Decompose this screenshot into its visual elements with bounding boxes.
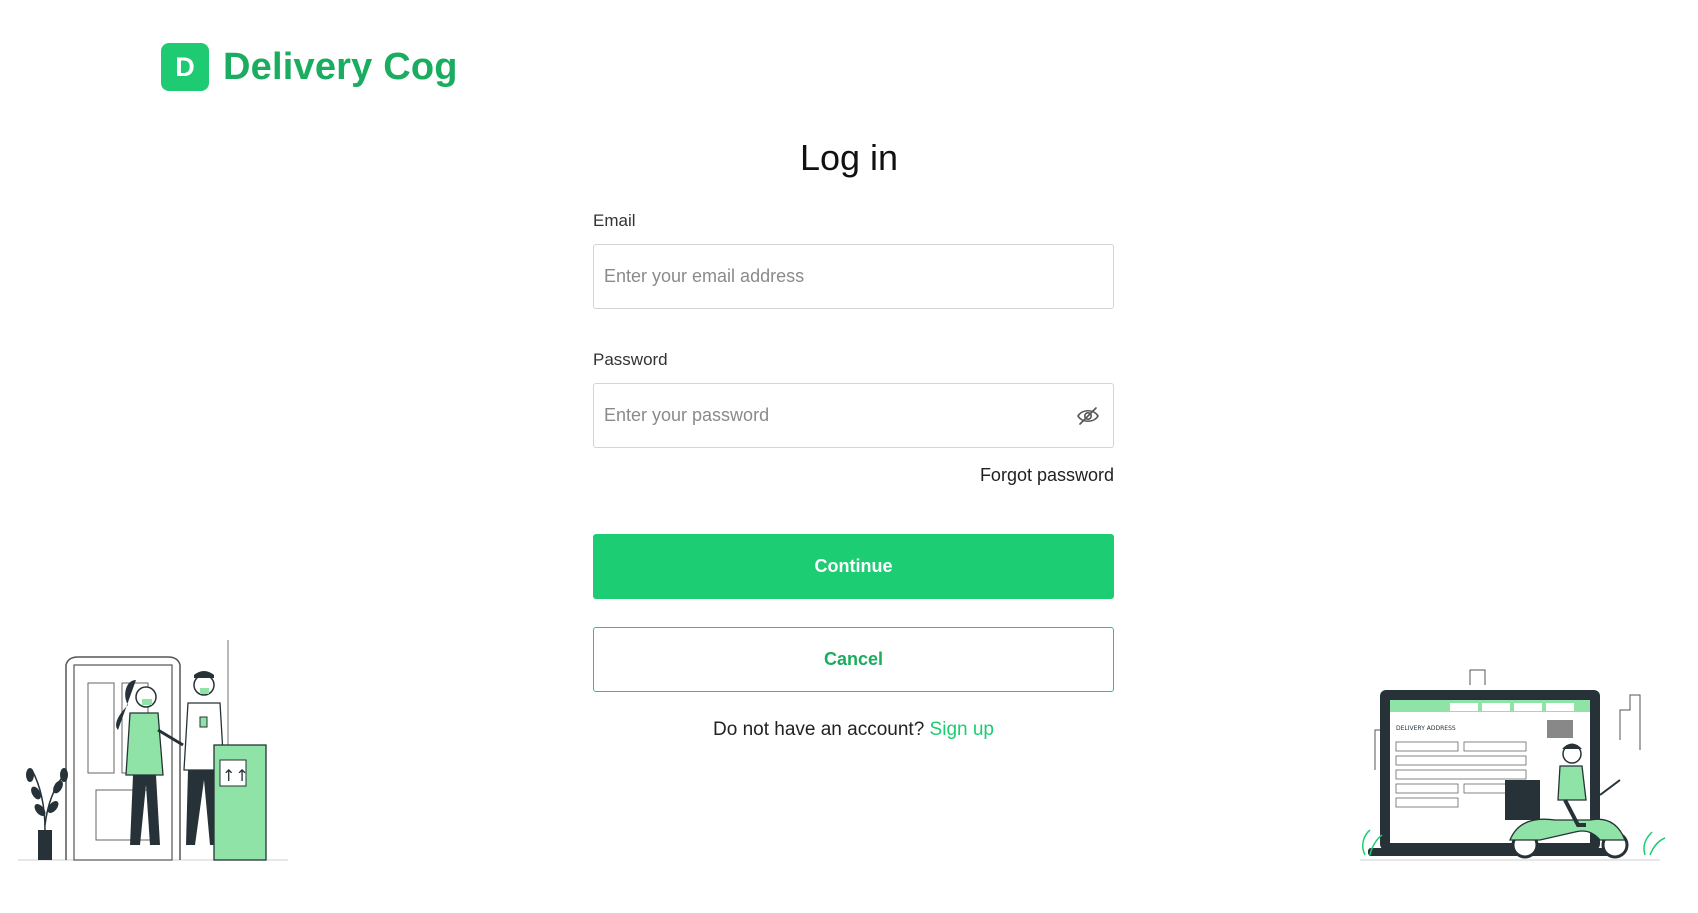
email-field[interactable]	[594, 245, 1113, 308]
eye-off-icon[interactable]	[1075, 404, 1101, 428]
signup-row: Do not have an account? Sign up	[593, 719, 1114, 741]
signup-prompt: Do not have an account?	[713, 719, 925, 740]
login-form: Email Password Forgot password Continue …	[593, 210, 1114, 741]
scooter-laptop-illustration: DELIVERY ADDRESS	[1360, 669, 1666, 861]
svg-text:↑↑: ↑↑	[222, 766, 249, 785]
email-field-container	[593, 244, 1114, 309]
delivery-address-text: DELIVERY ADDRESS	[1396, 725, 1456, 732]
password-field[interactable]	[594, 384, 1113, 447]
continue-button[interactable]: Continue	[593, 534, 1114, 599]
cancel-button[interactable]: Cancel	[593, 627, 1114, 692]
forgot-password-link[interactable]: Forgot password	[593, 465, 1114, 486]
brand-name: Delivery Cog	[223, 45, 458, 88]
page-title: Log in	[799, 137, 899, 178]
signup-link[interactable]: Sign up	[930, 719, 994, 740]
password-field-container	[593, 383, 1114, 448]
password-label: Password	[593, 350, 668, 369]
brand-logo[interactable]: D Delivery Cog	[161, 43, 458, 91]
door-delivery-illustration: ↑↑	[18, 640, 288, 861]
brand-mark-icon: D	[161, 43, 209, 91]
email-label: Email	[593, 211, 636, 230]
